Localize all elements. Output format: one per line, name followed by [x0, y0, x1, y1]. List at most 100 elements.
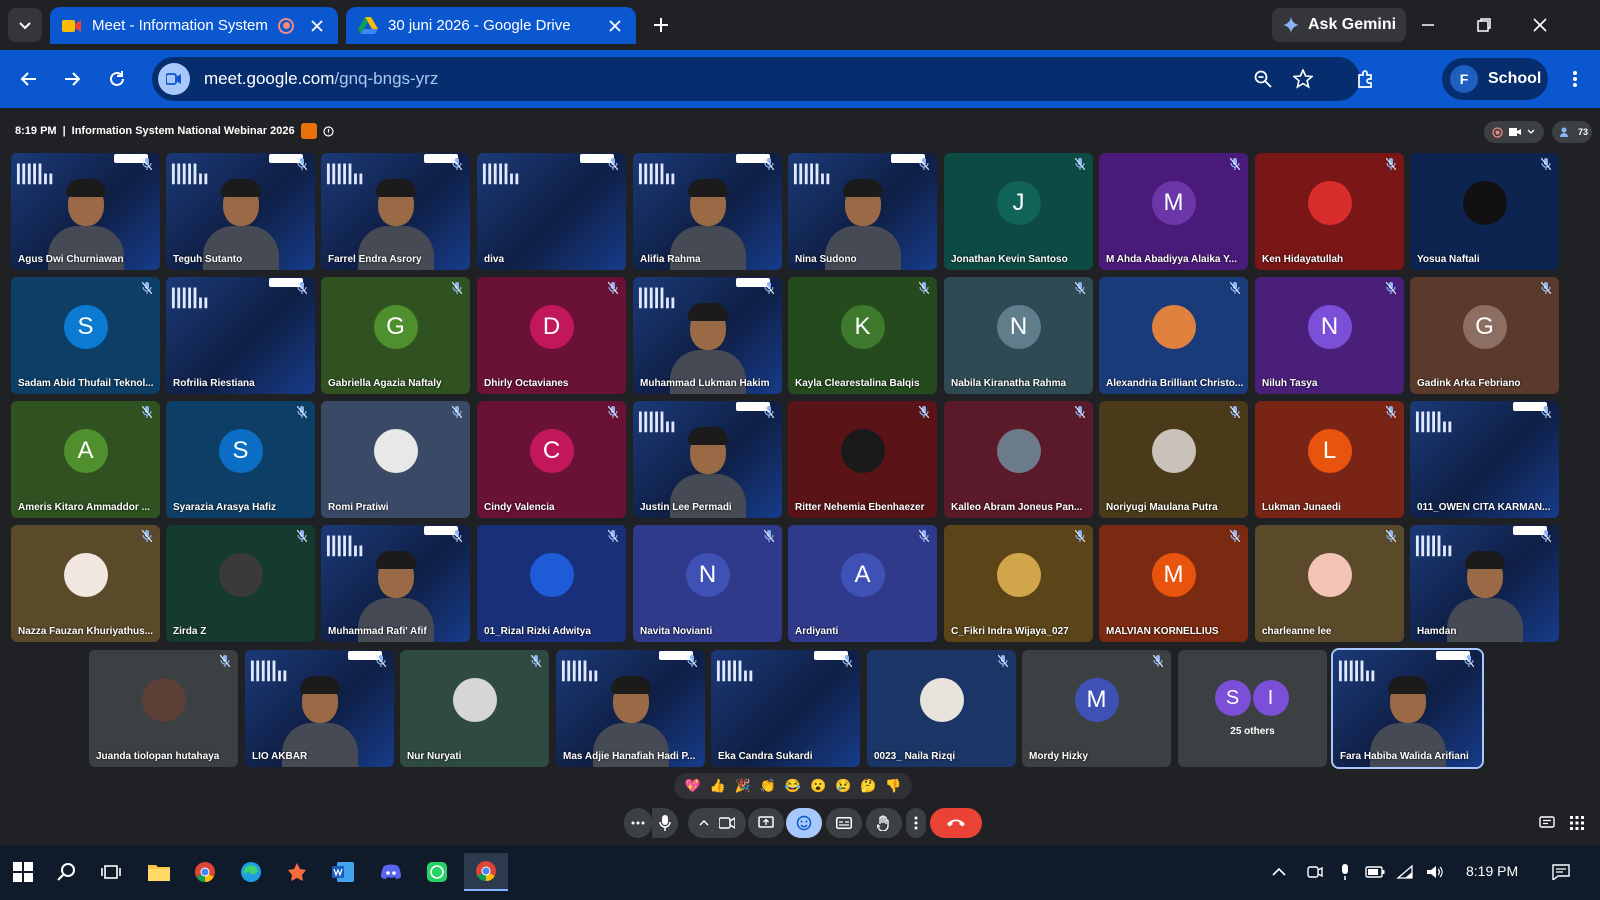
participant-tile[interactable]: 01_Rizal Rizki Adwitya [477, 525, 626, 642]
participant-tile[interactable]: Noriyugi Maulana Putra [1099, 401, 1248, 518]
taskbar-clock[interactable]: 8:19 PM [1466, 863, 1518, 879]
new-tab-button[interactable] [648, 12, 674, 38]
task-view-button[interactable] [92, 853, 130, 891]
close-tab-icon[interactable] [606, 17, 624, 35]
participant-tile[interactable]: Yosua Naftali [1410, 153, 1559, 270]
bookmark-star-icon[interactable] [1292, 68, 1314, 90]
participant-tile[interactable]: ▌▌▌▌▌ ▌▌▌▌▌▌▌ Mas Adjie Hanafiah Hadi P... [556, 650, 705, 767]
participant-tile[interactable]: Ken Hidayatullah [1255, 153, 1404, 270]
participant-tile[interactable]: 0023_ Naila Rizqi [867, 650, 1016, 767]
info-icon[interactable] [322, 125, 334, 137]
participant-tile[interactable]: ▌▌▌▌▌ ▌▌▌▌▌▌▌ diva [477, 153, 626, 270]
address-bar[interactable]: meet.google.com/gnq-bngs-yrz [152, 57, 1360, 101]
reactions-button[interactable] [786, 808, 822, 838]
chat-button[interactable] [1536, 808, 1558, 838]
reaction-emoji[interactable]: 😢 [835, 778, 851, 794]
back-button[interactable] [15, 65, 43, 93]
participant-tile[interactable]: N Navita Novianti [633, 525, 782, 642]
participant-tile[interactable]: ▌▌▌▌▌ ▌▌▌▌▌▌▌ 011_OWEN CITA KARMAN... [1410, 401, 1559, 518]
microphone-button[interactable] [652, 808, 678, 838]
participant-tile[interactable]: ▌▌▌▌▌ ▌▌▌▌▌▌▌ Muhammad Lukman Hakim [633, 277, 782, 394]
participant-tile[interactable]: ▌▌▌▌▌ ▌▌▌▌▌▌▌ Teguh Sutanto [166, 153, 315, 270]
whatsapp-taskbar-button[interactable] [418, 853, 456, 891]
captions-button[interactable] [826, 808, 862, 838]
discord-taskbar-button[interactable] [372, 853, 410, 891]
battery-tray-button[interactable] [1364, 853, 1386, 891]
participant-tile[interactable]: Nazza Fauzan Khuriyathus... [11, 525, 160, 642]
minimize-button[interactable] [1414, 12, 1442, 38]
reaction-emoji[interactable]: 💖 [684, 778, 700, 794]
participant-tile[interactable]: Romi Pratiwi [321, 401, 470, 518]
browser-menu-button[interactable] [1561, 65, 1589, 93]
wifi-tray-button[interactable] [1394, 853, 1416, 891]
restore-button[interactable] [1470, 12, 1498, 38]
close-window-button[interactable] [1526, 12, 1554, 38]
participant-tile[interactable]: K Kayla Clearestalina Balqis [788, 277, 937, 394]
more-options-button[interactable] [906, 808, 926, 838]
participant-tile[interactable]: J Jonathan Kevin Santoso [944, 153, 1093, 270]
participant-tile[interactable]: charleanne lee [1255, 525, 1404, 642]
raise-hand-button[interactable] [866, 808, 902, 838]
leave-call-button[interactable] [930, 808, 982, 838]
participant-tile[interactable]: N Niluh Tasya [1255, 277, 1404, 394]
participant-tile[interactable]: S I 25 others [1178, 650, 1327, 767]
ask-gemini-button[interactable]: Ask Gemini [1272, 8, 1406, 42]
close-tab-icon[interactable] [308, 17, 326, 35]
more-button[interactable] [624, 808, 652, 838]
participant-tile[interactable]: ▌▌▌▌▌ ▌▌▌▌▌▌▌ Rofrilia Riestiana [166, 277, 315, 394]
participant-tile[interactable]: ▌▌▌▌▌ ▌▌▌▌▌▌▌ Muhammad Rafi' Afif [321, 525, 470, 642]
show-hidden-icons-button[interactable] [1268, 853, 1290, 891]
participant-tile[interactable]: ▌▌▌▌▌ ▌▌▌▌▌▌▌ Farrel Endra Asrory [321, 153, 470, 270]
reaction-emoji[interactable]: 🎉 [735, 778, 751, 794]
volume-tray-button[interactable] [1424, 853, 1446, 891]
participant-tile[interactable]: A Ardiyanti [788, 525, 937, 642]
profile-chip[interactable]: F School [1442, 58, 1548, 100]
zoom-icon[interactable] [1252, 68, 1274, 90]
participant-tile[interactable]: A Ameris Kitaro Ammaddor ... [11, 401, 160, 518]
participant-tile[interactable]: S Syarazia Arasya Hafiz [166, 401, 315, 518]
participant-tile[interactable]: M Mordy Hizky [1022, 650, 1171, 767]
participant-tile[interactable]: G Gabriella Agazia Naftaly [321, 277, 470, 394]
reaction-emoji[interactable]: 👏 [760, 778, 776, 794]
reaction-emoji[interactable]: 😂 [785, 778, 801, 794]
start-button[interactable] [4, 853, 42, 891]
recording-controls[interactable] [1484, 121, 1544, 143]
word-taskbar-button[interactable] [324, 853, 362, 891]
participant-tile[interactable]: Zirda Z [166, 525, 315, 642]
reaction-emoji[interactable]: 😮 [810, 778, 826, 794]
reload-button[interactable] [103, 65, 131, 93]
participant-tile[interactable]: ▌▌▌▌▌ ▌▌▌▌▌▌▌ Agus Dwi Churniawan [11, 153, 160, 270]
forward-button[interactable] [58, 65, 86, 93]
tab-search-button[interactable] [8, 8, 42, 42]
tab-drive[interactable]: 30 juni 2026 - Google Drive [346, 7, 636, 44]
participant-tile[interactable]: Juanda tiolopan hutahaya [89, 650, 238, 767]
reaction-emoji[interactable]: 👍 [710, 778, 726, 794]
participant-tile[interactable]: M M Ahda Abadiyya Alaika Y... [1099, 153, 1248, 270]
participant-tile[interactable]: M MALVIAN KORNELLIUS [1099, 525, 1248, 642]
tab-meet[interactable]: Meet - Information System [50, 7, 338, 44]
participant-tile[interactable]: ▌▌▌▌▌ ▌▌▌▌▌▌▌ Nina Sudono [788, 153, 937, 270]
participant-tile[interactable]: ▌▌▌▌▌ ▌▌▌▌▌▌▌ Fara Habiba Walida Arifiani [1331, 648, 1484, 769]
notifications-button[interactable] [1548, 853, 1574, 891]
people-count-button[interactable]: 73 [1552, 121, 1592, 143]
file-explorer-button[interactable] [140, 853, 178, 891]
participant-tile[interactable]: L Lukman Junaedi [1255, 401, 1404, 518]
participant-tile[interactable]: S Sadam Abid Thufail Teknol... [11, 277, 160, 394]
search-button[interactable] [48, 853, 86, 891]
activities-button[interactable] [1566, 808, 1588, 838]
app-taskbar-button[interactable] [278, 853, 316, 891]
camera-button[interactable] [688, 808, 746, 838]
chrome-active-taskbar-button[interactable] [464, 853, 508, 891]
participant-tile[interactable]: ▌▌▌▌▌ ▌▌▌▌▌▌▌ Alifia Rahma [633, 153, 782, 270]
recording-badge-icon[interactable] [300, 123, 317, 139]
participant-tile[interactable]: C_Fikri Indra Wijaya_027 [944, 525, 1093, 642]
participant-tile[interactable]: N Nabila Kiranatha Rahma [944, 277, 1093, 394]
mic-tray-button[interactable] [1334, 853, 1356, 891]
participant-tile[interactable]: Kalleo Abram Joneus Pan... [944, 401, 1093, 518]
camera-tray-button[interactable] [1304, 853, 1326, 891]
participant-tile[interactable]: G Gadink Arka Febriano [1410, 277, 1559, 394]
extensions-button[interactable] [1352, 65, 1380, 93]
participant-tile[interactable]: Nur Nuryati [400, 650, 549, 767]
participant-tile[interactable]: D Dhirly Octavianes [477, 277, 626, 394]
participant-tile[interactable]: ▌▌▌▌▌ ▌▌▌▌▌▌▌ Justin Lee Permadi [633, 401, 782, 518]
